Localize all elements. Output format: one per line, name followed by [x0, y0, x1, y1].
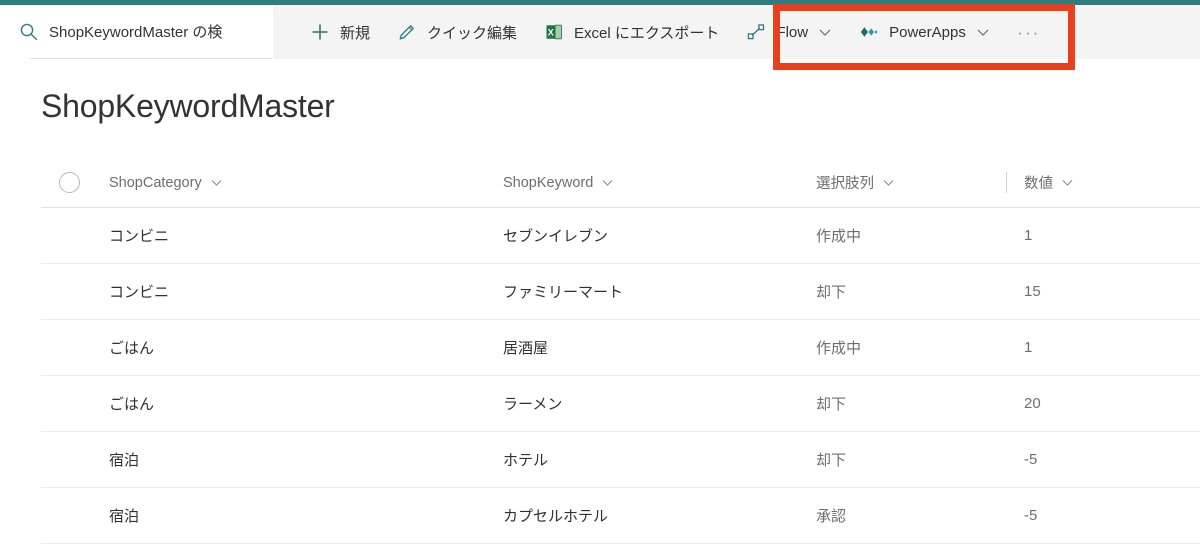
command-toolbar: 新規 クイック編集 X Excel にエクスポート Flow PowerApps…: [273, 5, 1200, 59]
flow-icon: [745, 21, 767, 43]
search-box-underline: [30, 58, 272, 59]
table-row[interactable]: ごはん ラーメン 却下 20: [41, 376, 1200, 432]
search-box[interactable]: ShopKeywordMaster の検: [0, 5, 273, 59]
cell-number: 20: [1024, 395, 1041, 412]
quick-edit-button[interactable]: クイック編集: [386, 11, 527, 53]
chevron-down-icon[interactable]: [601, 176, 614, 189]
svg-text:X: X: [548, 27, 554, 37]
cell-choice: 却下: [816, 396, 847, 413]
column-header-shopkeyword-label: ShopKeyword: [503, 174, 594, 191]
cell-shopkeyword: カプセルホテル: [503, 508, 609, 525]
column-header-choice-label: 選択肢列: [816, 176, 874, 192]
column-header-number-label: 数値: [1024, 176, 1053, 192]
cell-shopcategory: 宿泊: [109, 508, 140, 525]
quick-edit-label: クイック編集: [427, 24, 518, 42]
column-header-shopcategory-label: ShopCategory: [109, 174, 202, 191]
cell-number: -5: [1024, 451, 1038, 468]
cell-number: -5: [1024, 507, 1038, 524]
cell-choice: 承認: [816, 508, 847, 525]
column-divider: [1006, 172, 1007, 193]
powerapps-button-label: PowerApps: [889, 23, 966, 41]
cell-choice: 作成中: [816, 228, 862, 245]
column-header-choice[interactable]: 選択肢列: [816, 172, 1006, 193]
pencil-icon: [396, 21, 418, 43]
cell-shopcategory: 宿泊: [109, 452, 140, 469]
flow-button-label: Flow: [776, 23, 809, 41]
cell-number: 1: [1024, 339, 1033, 356]
command-bar: ShopKeywordMaster の検 新規 クイック編集 X Excel に…: [0, 5, 1200, 59]
page-title: ShopKeywordMaster: [41, 88, 335, 124]
export-to-excel-button[interactable]: X Excel にエクスポート: [533, 11, 729, 53]
column-header-number[interactable]: 数値: [1006, 172, 1186, 193]
chevron-down-icon[interactable]: [882, 176, 895, 189]
cell-shopkeyword: ホテル: [503, 452, 549, 469]
cell-shopcategory: ごはん: [109, 396, 155, 413]
cell-shopcategory: コンビニ: [109, 284, 170, 301]
cell-shopkeyword: 居酒屋: [503, 340, 549, 357]
select-all-checkbox[interactable]: [59, 172, 80, 193]
cell-number: 15: [1024, 283, 1041, 300]
cell-choice: 却下: [816, 452, 847, 469]
plus-icon: [309, 21, 331, 43]
table-row[interactable]: 宿泊 カプセルホテル 承認 -5: [41, 488, 1200, 544]
powerapps-button[interactable]: PowerApps: [848, 11, 1000, 53]
powerapps-icon: [858, 21, 880, 43]
search-input[interactable]: ShopKeywordMaster の検: [49, 21, 222, 42]
chevron-down-icon[interactable]: [818, 25, 832, 39]
cell-choice: 却下: [816, 284, 847, 301]
list-header-row: ShopCategory ShopKeyword 選択肢列 数値: [41, 158, 1200, 208]
flow-button[interactable]: Flow: [735, 11, 842, 53]
export-to-excel-label: Excel にエクスポート: [574, 24, 720, 42]
cell-shopkeyword: セブンイレブン: [503, 228, 609, 245]
chevron-down-icon[interactable]: [976, 25, 990, 39]
cell-shopkeyword: ファミリーマート: [503, 284, 624, 301]
chevron-down-icon[interactable]: [210, 176, 223, 189]
new-button[interactable]: 新規: [299, 11, 380, 53]
chevron-down-icon[interactable]: [1061, 176, 1074, 189]
list-view: ShopCategory ShopKeyword 選択肢列 数値 コンビニ セブ…: [41, 158, 1200, 544]
column-header-shopcategory[interactable]: ShopCategory: [107, 175, 503, 191]
column-header-shopkeyword[interactable]: ShopKeyword: [503, 175, 816, 191]
table-row[interactable]: ごはん 居酒屋 作成中 1: [41, 320, 1200, 376]
cell-shopcategory: ごはん: [109, 340, 155, 357]
cell-shopcategory: コンビニ: [109, 228, 170, 245]
table-row[interactable]: コンビニ セブンイレブン 作成中 1: [41, 208, 1200, 264]
table-row[interactable]: 宿泊 ホテル 却下 -5: [41, 432, 1200, 488]
more-commands-button[interactable]: ···: [1012, 11, 1046, 53]
cell-choice: 作成中: [816, 340, 862, 357]
select-all-cell[interactable]: [41, 172, 107, 193]
cell-shopkeyword: ラーメン: [503, 396, 563, 413]
new-button-label: 新規: [340, 24, 371, 42]
cell-number: 1: [1024, 227, 1033, 244]
table-row[interactable]: コンビニ ファミリーマート 却下 15: [41, 264, 1200, 320]
excel-icon: X: [543, 21, 565, 43]
search-icon: [18, 21, 40, 43]
